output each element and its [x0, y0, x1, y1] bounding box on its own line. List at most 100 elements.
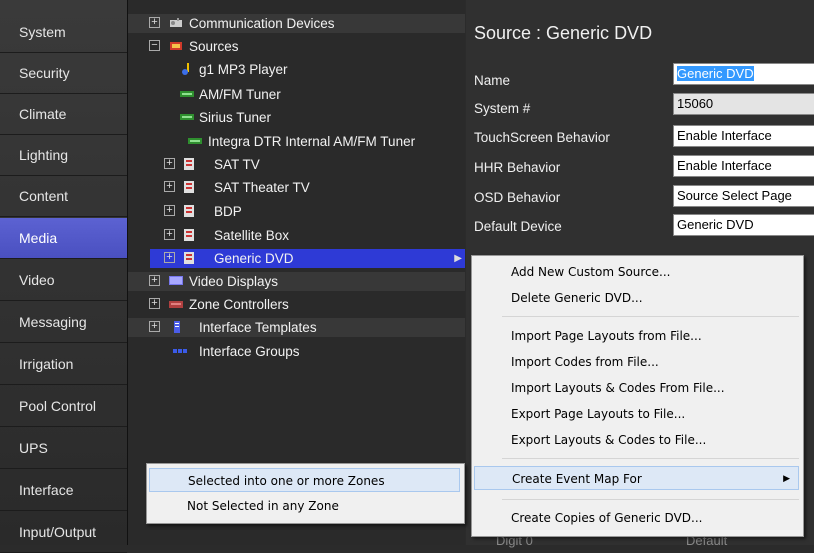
tree-row-generic-dvd[interactable]: + Generic DVD ▶ [150, 249, 465, 268]
submenu-arrow-icon: ▶ [783, 474, 790, 484]
nav-item-pool-control[interactable]: Pool Control [0, 386, 127, 427]
remote-list-icon [184, 205, 194, 217]
tree-row-label: Sirius Tuner [199, 110, 272, 125]
tree-row-sirius-tuner[interactable]: Sirius Tuner [128, 108, 465, 127]
communication-device-icon [170, 18, 182, 27]
music-note-icon [182, 63, 189, 75]
nav-item-media[interactable]: Media [0, 218, 127, 259]
tree-row-bdp[interactable]: + BDP [128, 202, 465, 221]
nav-item-interface[interactable]: Interface [0, 470, 127, 511]
menu-item-export-page-layouts[interactable]: Export Page Layouts to File... [474, 402, 799, 426]
nav-item-input-output[interactable]: Input/Output [0, 512, 127, 553]
expand-icon[interactable]: + [164, 229, 175, 240]
tuner-icon [180, 114, 194, 120]
submenu-item-selected-into-zones[interactable]: Selected into one or more Zones [149, 468, 460, 492]
name-label: Name [474, 73, 511, 88]
tree-row-sources[interactable]: − Sources [128, 37, 465, 56]
nav-item-irrigation[interactable]: Irrigation [0, 344, 127, 385]
event-map-submenu: Selected into one or more Zones Not Sele… [146, 463, 465, 524]
tree-row-label: g1 MP3 Player [199, 62, 288, 77]
expand-icon[interactable]: + [164, 181, 175, 192]
nav-item-messaging[interactable]: Messaging [0, 302, 127, 343]
touchscreen-behavior-select[interactable]: Enable Interface [673, 125, 814, 147]
nav-item-system[interactable]: System [0, 12, 127, 53]
tree-row-satellite-box[interactable]: + Satellite Box [128, 226, 465, 245]
menu-item-import-layouts-codes[interactable]: Import Layouts & Codes From File... [474, 376, 799, 400]
tree-row-label: Interface Groups [199, 344, 300, 359]
tree-row-label: Communication Devices [189, 16, 335, 31]
menu-separator [502, 458, 799, 459]
nav-item-lighting[interactable]: Lighting [0, 135, 127, 176]
expand-icon[interactable]: + [164, 158, 175, 169]
tree-row-label: Sources [189, 39, 239, 54]
tree-row-label: Video Displays [189, 274, 279, 289]
expand-icon[interactable]: + [164, 252, 175, 263]
expand-icon[interactable]: + [149, 298, 160, 309]
tree-row-label: BDP [214, 204, 242, 219]
system-number-label: System # [474, 101, 531, 116]
menu-item-import-codes[interactable]: Import Codes from File... [474, 350, 799, 374]
tree-row-g1-mp3-player[interactable]: g1 MP3 Player [128, 60, 465, 79]
menu-item-label: Create Event Map For [512, 472, 642, 486]
nav-item-ups[interactable]: UPS [0, 428, 127, 469]
nav-item-climate[interactable]: Climate [0, 94, 127, 135]
tree-row-zone-controllers[interactable]: + Zone Controllers [128, 295, 465, 314]
tree-row-communication-devices[interactable]: + Communication Devices [128, 14, 465, 33]
expand-icon[interactable]: + [149, 17, 160, 28]
expand-icon[interactable]: + [149, 321, 160, 332]
tree-row-interface-groups[interactable]: Interface Groups [128, 342, 465, 361]
nav-item-security[interactable]: Security [0, 53, 127, 94]
submenu-item-not-selected[interactable]: Not Selected in any Zone [149, 494, 460, 518]
remote-list-icon [184, 158, 194, 170]
menu-item-add-new-custom-source[interactable]: Add New Custom Source... [474, 260, 799, 284]
tree-row-interface-templates[interactable]: + Interface Templates [128, 318, 465, 337]
remote-list-icon [184, 252, 194, 264]
osd-behavior-select[interactable]: Source Select Page [673, 185, 814, 207]
tree-row-label: SAT TV [214, 157, 260, 172]
menu-item-import-page-layouts[interactable]: Import Page Layouts from File... [474, 324, 799, 348]
name-value: Generic DVD [677, 66, 754, 81]
template-icon [174, 321, 180, 333]
menu-item-create-event-map-for[interactable]: Create Event Map For ▶ [474, 466, 799, 490]
tree-row-am-fm-tuner[interactable]: AM/FM Tuner [128, 85, 465, 104]
menu-item-export-layouts-codes[interactable]: Export Layouts & Codes to File... [474, 428, 799, 452]
group-icon [173, 349, 187, 353]
name-field[interactable]: Generic DVD [673, 63, 814, 85]
menu-separator [502, 316, 799, 317]
system-number-field: 15060 [673, 93, 814, 115]
expand-icon[interactable]: + [164, 205, 175, 216]
tuner-icon [180, 91, 194, 97]
expand-icon[interactable]: + [149, 275, 160, 286]
tuner-icon [188, 138, 202, 144]
hhr-behavior-label: HHR Behavior [474, 160, 561, 175]
hhr-behavior-select[interactable]: Enable Interface [673, 155, 814, 177]
main-navigation: System Security Climate Lighting Content… [0, 0, 128, 553]
nav-item-video[interactable]: Video [0, 260, 127, 301]
panel-title: Source : Generic DVD [474, 23, 653, 43]
display-icon [169, 276, 183, 285]
zone-controller-icon [169, 301, 183, 308]
tree-row-label: Integra DTR Internal AM/FM Tuner [208, 134, 416, 149]
touchscreen-behavior-label: TouchScreen Behavior [474, 130, 610, 145]
tree-row-label: Satellite Box [214, 228, 290, 243]
default-device-select[interactable]: Generic DVD [673, 214, 814, 236]
tree-row-sat-tv[interactable]: + SAT TV [128, 155, 465, 174]
nav-item-content[interactable]: Content [0, 176, 127, 217]
collapse-icon[interactable]: − [149, 40, 160, 51]
default-device-label: Default Device [474, 219, 562, 234]
menu-item-delete-generic-dvd[interactable]: Delete Generic DVD... [474, 286, 799, 310]
row-expand-arrow-icon: ▶ [454, 253, 462, 264]
tree-row-sat-theater-tv[interactable]: + SAT Theater TV [128, 178, 465, 197]
tree-row-integra-dtr-tuner[interactable]: Integra DTR Internal AM/FM Tuner [128, 132, 465, 151]
remote-list-icon [184, 229, 194, 241]
menu-item-create-copies[interactable]: Create Copies of Generic DVD... [474, 506, 799, 530]
tree-row-label: AM/FM Tuner [199, 87, 281, 102]
tree-row-label: SAT Theater TV [214, 180, 310, 195]
tree-row-video-displays[interactable]: + Video Displays [128, 272, 465, 291]
context-menu: Add New Custom Source... Delete Generic … [471, 255, 804, 537]
tree-row-label: Interface Templates [199, 320, 317, 335]
sources-icon [170, 42, 182, 50]
tree-row-label: Zone Controllers [189, 297, 289, 312]
menu-separator [502, 499, 799, 500]
tree-row-label: Generic DVD [214, 251, 294, 266]
